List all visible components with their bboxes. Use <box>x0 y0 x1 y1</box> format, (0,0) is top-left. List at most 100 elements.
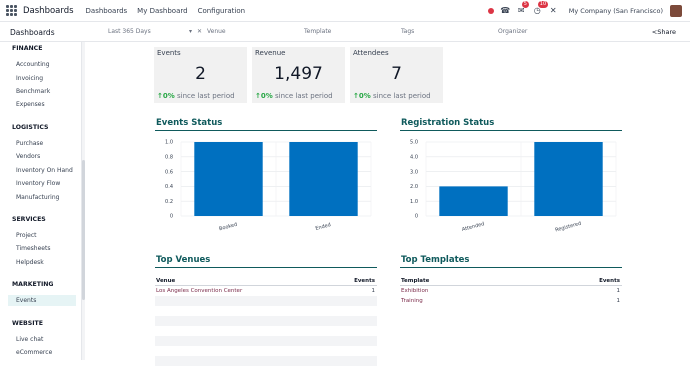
template-events-count: 1 <box>616 288 621 294</box>
menu-configuration[interactable]: Configuration <box>198 7 245 15</box>
kpi-value: 2 <box>195 64 206 84</box>
company-switcher[interactable]: My Company (San Francisco) <box>569 7 663 15</box>
kpi-card-revenue[interactable]: Revenue 1,497 ↑0% since last period <box>252 47 345 103</box>
template-filter[interactable]: Template <box>304 28 331 35</box>
template-name[interactable]: Exhibition <box>401 286 428 296</box>
sidebar-item-manufacturing[interactable]: Manufacturing <box>16 194 59 201</box>
sidebar-item-inventory-on-hand[interactable]: Inventory On Hand <box>16 167 73 174</box>
menu-my-dashboard[interactable]: My Dashboard <box>137 7 187 15</box>
y-tick-label: 0 <box>170 214 173 220</box>
section-marketing: MARKETING <box>12 281 54 288</box>
sidebar-item-timesheets[interactable]: Timesheets <box>16 245 50 252</box>
template-name[interactable]: Training <box>401 296 423 306</box>
sidebar-item-helpdesk[interactable]: Helpdesk <box>16 259 44 266</box>
kpi-value: 7 <box>391 64 402 84</box>
kpi-trend: ↑0% since last period <box>255 92 333 100</box>
sidebar-item-inventory-flow[interactable]: Inventory Flow <box>16 180 60 187</box>
y-tick-label: 0.4 <box>165 184 173 190</box>
column-template: Template <box>401 278 430 284</box>
tools-icon[interactable]: ✕ <box>549 6 558 15</box>
date-filter-clear-icon[interactable]: ✕ <box>197 28 202 35</box>
table-header: Venue Events <box>155 276 377 286</box>
tags-filter[interactable]: Tags <box>401 28 414 35</box>
venue-filter[interactable]: Venue <box>207 28 226 35</box>
systray: ☎ ✉ 5 ◷ 10 ✕ My Company (San Francisco) <box>487 1 690 17</box>
apps-menu-icon[interactable] <box>6 4 18 17</box>
registration-status-underline <box>400 130 622 131</box>
top-navbar: Dashboards Dashboards My Dashboard Confi… <box>0 0 690 22</box>
table-row-empty <box>155 346 377 356</box>
y-tick-label: 5.0 <box>410 140 418 146</box>
y-tick-label: 0.6 <box>165 169 173 175</box>
table-row-empty <box>155 296 377 306</box>
kpi-label: Events <box>157 49 181 57</box>
top-menu: Dashboards My Dashboard Configuration <box>86 7 246 15</box>
kpi-label: Attendees <box>353 49 389 57</box>
sidebar-item-events[interactable]: Events <box>16 297 36 304</box>
date-filter[interactable]: Last 365 Days <box>108 28 151 35</box>
kpi-trend: ↑0% since last period <box>353 92 431 100</box>
y-tick-label: 0.2 <box>165 199 173 205</box>
top-venues-table: Venue Events Los Angeles Convention Cent… <box>155 276 377 366</box>
top-templates-underline <box>400 267 622 268</box>
kpi-trend: ↑0% since last period <box>157 92 235 100</box>
table-row[interactable]: Exhibition 1 <box>400 286 622 296</box>
dashboard-sidebar: FINANCE Accounting Invoicing Benchmark E… <box>0 42 82 360</box>
table-row[interactable]: Los Angeles Convention Center 1 <box>155 286 377 296</box>
top-venues-title: Top Venues <box>156 255 211 265</box>
sidebar-item-invoicing[interactable]: Invoicing <box>16 75 43 82</box>
column-venue: Venue <box>156 278 176 284</box>
app-brand[interactable]: Dashboards <box>23 6 74 16</box>
top-templates-title: Top Templates <box>401 255 470 265</box>
section-website: WEBSITE <box>12 320 43 327</box>
sidebar-item-benchmark[interactable]: Benchmark <box>16 88 50 95</box>
sidebar-scrollbar-thumb[interactable] <box>82 160 85 300</box>
venue-name[interactable]: Los Angeles Convention Center <box>156 286 242 296</box>
date-filter-dropdown-icon[interactable]: ▾ <box>189 28 192 35</box>
recording-icon[interactable] <box>487 7 494 14</box>
bar-attended[interactable] <box>439 186 508 216</box>
chat-badge: 5 <box>521 1 529 8</box>
control-panel: Dashboards Last 365 Days ▾ ✕ Venue Templ… <box>0 22 690 42</box>
sidebar-item-purchase[interactable]: Purchase <box>16 140 43 147</box>
registration-status-chart[interactable]: 0 1.0 2.0 3.0 4.0 5.0 Attended Registered <box>400 136 622 236</box>
table-row-empty <box>155 316 377 326</box>
y-tick-label: 0 <box>415 214 418 220</box>
section-services: SERVICES <box>12 216 46 223</box>
top-venues-underline <box>155 267 377 268</box>
events-status-chart[interactable]: 0 0.2 0.4 0.6 0.8 1.0 Booked Ended <box>155 136 377 236</box>
organizer-filter[interactable]: Organizer <box>498 28 527 35</box>
column-events: Events <box>354 278 375 284</box>
x-tick-label: Registered <box>555 221 582 234</box>
menu-dashboards[interactable]: Dashboards <box>86 7 128 15</box>
bar-ended[interactable] <box>289 142 358 216</box>
bar-booked[interactable] <box>194 142 263 216</box>
table-row[interactable]: Training 1 <box>400 296 622 306</box>
kpi-card-events[interactable]: Events 2 ↑0% since last period <box>154 47 247 103</box>
share-button[interactable]: <Share <box>652 28 676 36</box>
sidebar-item-ecommerce[interactable]: eCommerce <box>16 349 52 356</box>
template-events-count: 1 <box>616 298 621 304</box>
y-tick-label: 1.0 <box>410 199 418 205</box>
sidebar-item-live-chat[interactable]: Live chat <box>16 336 43 343</box>
y-tick-label: 3.0 <box>410 169 418 175</box>
sidebar-item-vendors[interactable]: Vendors <box>16 153 40 160</box>
activity-badge: 10 <box>537 1 549 8</box>
sidebar-item-accounting[interactable]: Accounting <box>16 61 50 68</box>
bar-registered[interactable] <box>534 142 603 216</box>
events-status-underline <box>155 130 377 131</box>
y-tick-label: 0.8 <box>165 155 173 161</box>
phone-icon[interactable]: ☎ <box>500 6 510 15</box>
sidebar-item-project[interactable]: Project <box>16 232 37 239</box>
x-tick-label: Booked <box>219 222 238 233</box>
y-tick-label: 1.0 <box>165 140 173 146</box>
activity-icon[interactable]: ◷ 10 <box>533 1 549 15</box>
chat-icon[interactable]: ✉ 5 <box>517 1 529 15</box>
y-tick-label: 4.0 <box>410 155 418 161</box>
sidebar-item-expenses[interactable]: Expenses <box>16 101 45 108</box>
table-row-empty <box>155 306 377 316</box>
events-status-title: Events Status <box>156 118 223 128</box>
kpi-card-attendees[interactable]: Attendees 7 ↑0% since last period <box>350 47 443 103</box>
y-tick-label: 2.0 <box>410 184 418 190</box>
user-avatar[interactable] <box>670 4 682 17</box>
